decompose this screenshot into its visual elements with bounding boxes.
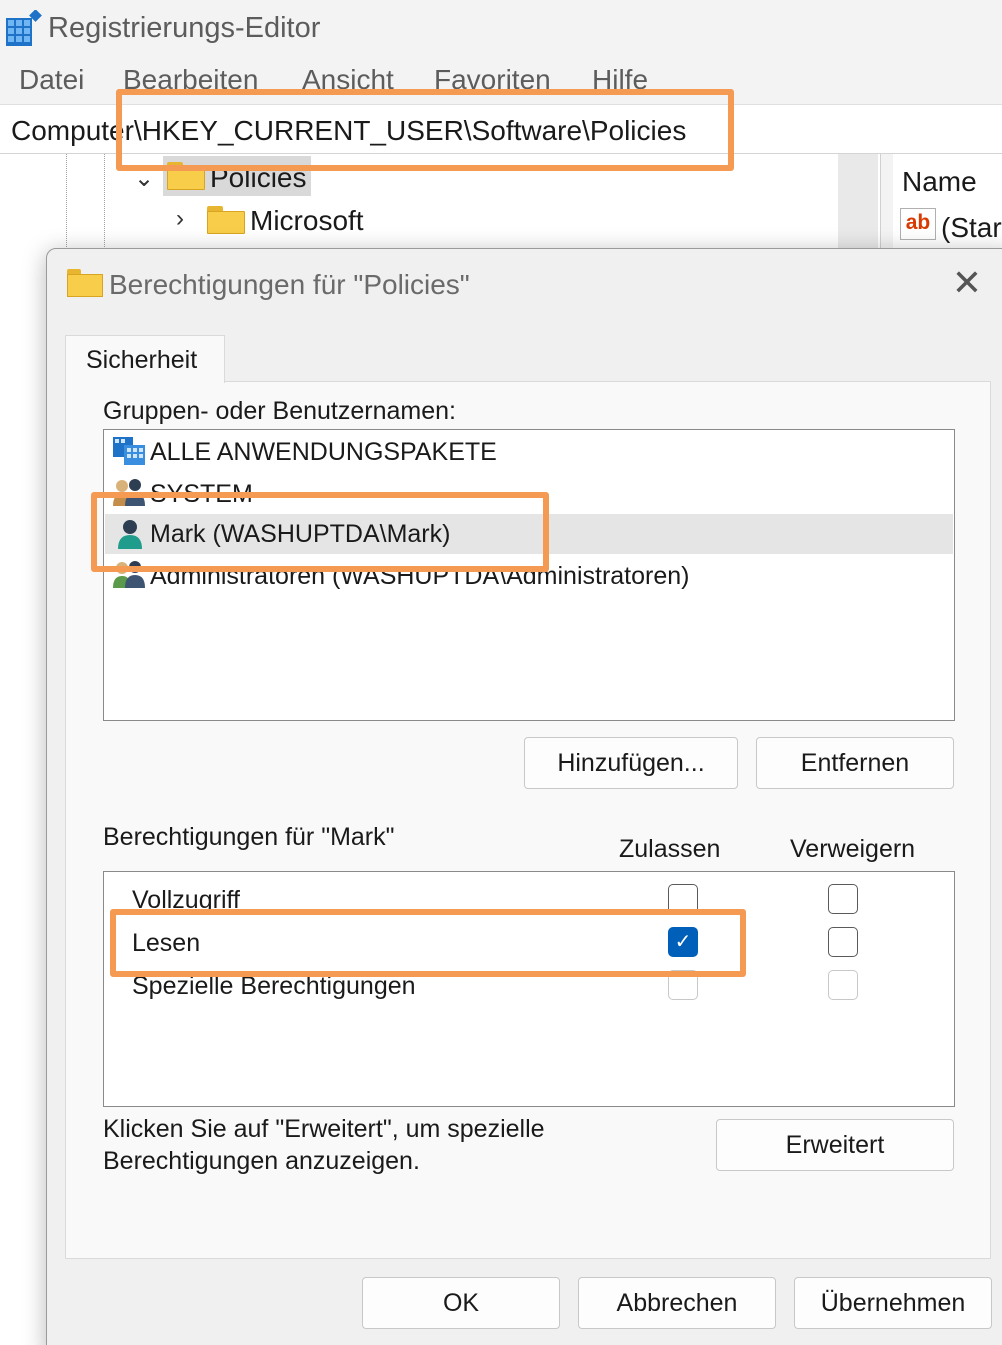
tree-item-microsoft[interactable]: Microsoft: [250, 205, 364, 237]
deny-column-header: Verweigern: [790, 835, 916, 863]
ok-button[interactable]: OK: [362, 1277, 560, 1329]
groups-label: Gruppen- oder Benutzernamen:: [103, 397, 456, 425]
dialog-title: Berechtigungen für "Policies": [109, 269, 470, 300]
menu-datei[interactable]: Datei: [19, 64, 84, 96]
tab-sicherheit[interactable]: Sicherheit: [65, 335, 225, 383]
chevron-right-icon[interactable]: ›: [176, 205, 184, 233]
advanced-hint-line1: Klicken Sie auf "Erweitert", um speziell…: [103, 1115, 545, 1143]
advanced-hint-line2: Berechtigungen anzuzeigen.: [103, 1147, 420, 1175]
permissions-for-label: Berechtigungen für "Mark": [103, 823, 395, 851]
value-name[interactable]: (Star: [941, 212, 1002, 244]
app-titlebar: Registrierungs-Editor: [0, 0, 1002, 56]
app-title: Registrierungs-Editor: [48, 12, 321, 44]
folder-icon: [207, 206, 245, 234]
cancel-button[interactable]: Abbrechen: [578, 1277, 776, 1329]
registry-editor-icon: [6, 10, 42, 46]
column-header-name[interactable]: Name: [902, 166, 977, 198]
tab-label: Sicherheit: [86, 346, 198, 374]
close-button[interactable]: ✕: [943, 263, 991, 307]
principals-list[interactable]: ALLE ANWENDUNGSPAKETE SYSTEM Mark (WASHU…: [103, 429, 955, 721]
string-value-icon: ab: [900, 208, 936, 240]
close-icon: ✕: [951, 262, 983, 303]
folder-icon: [67, 269, 103, 297]
advanced-button[interactable]: Erweitert: [716, 1119, 954, 1171]
app-package-icon: [113, 437, 145, 465]
deny-checkbox-spezielle: [828, 970, 858, 1000]
highlight-box: [116, 89, 734, 171]
deny-checkbox-lesen[interactable]: [828, 927, 858, 957]
permissions-list: Vollzugriff Lesen ✓ Spezielle Berechtigu…: [103, 871, 955, 1107]
allow-column-header: Zulassen: [619, 835, 721, 863]
permissions-dialog: Berechtigungen für "Policies" ✕ Sicherhe…: [46, 248, 1002, 1345]
add-button[interactable]: Hinzufügen...: [524, 737, 738, 789]
remove-button[interactable]: Entfernen: [756, 737, 954, 789]
highlight-box: [110, 909, 746, 977]
highlight-box: [91, 492, 549, 572]
list-item[interactable]: ALLE ANWENDUNGSPAKETE: [150, 438, 497, 467]
apply-button[interactable]: Übernehmen: [794, 1277, 992, 1329]
deny-checkbox-vollzugriff[interactable]: [828, 884, 858, 914]
